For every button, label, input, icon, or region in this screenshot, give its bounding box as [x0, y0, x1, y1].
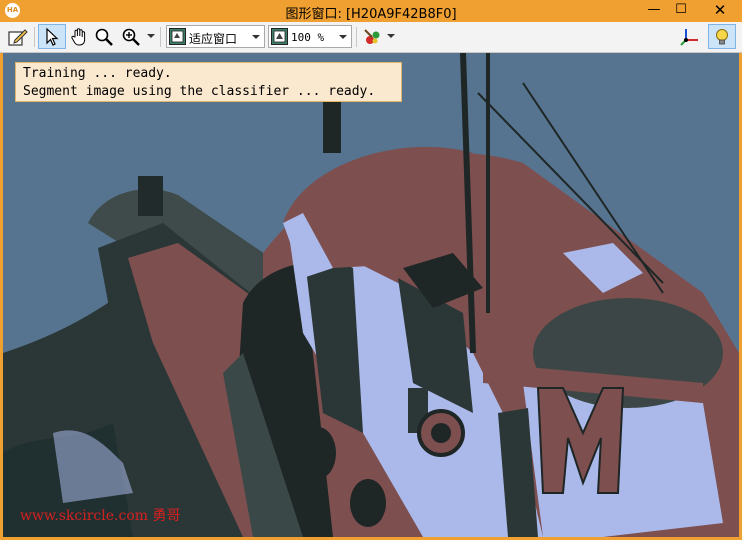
zoom-percent-value: 100 % — [291, 31, 325, 44]
segmented-boat-image — [3, 53, 739, 537]
hand-icon — [71, 27, 86, 45]
edit-pencil-icon — [8, 28, 28, 46]
coordinate-axes-button[interactable] — [676, 24, 702, 49]
axes-icon — [680, 28, 698, 46]
status-line-training: Training ... ready. — [23, 66, 172, 81]
toolbar-separator — [34, 27, 35, 47]
toolbar-separator — [356, 27, 357, 47]
edit-image-button[interactable] — [5, 24, 31, 49]
pointer-tool-button[interactable] — [38, 24, 66, 49]
minimize-button[interactable]: — — [641, 0, 667, 21]
status-message-box: Training ... ready. Segment image using … — [15, 62, 402, 102]
zoom-percent-combo[interactable]: 100 % — [268, 25, 352, 48]
chevron-down-icon — [339, 35, 347, 39]
pan-tool-button[interactable] — [67, 24, 91, 49]
toolbar-separator — [160, 27, 161, 47]
window-title: 图形窗口: [H20A9F42B8F0] — [285, 7, 457, 22]
color-paint-button[interactable] — [360, 24, 384, 49]
toolbar: 适应窗口 100 % — [0, 22, 742, 53]
fit-window-combo[interactable]: 适应窗口 — [166, 25, 265, 48]
status-line-segment: Segment image using the classifier ... r… — [23, 84, 376, 99]
zoom-dropdown-arrow-icon[interactable] — [147, 34, 155, 38]
zoom-in-tool-button[interactable] — [118, 24, 144, 49]
zoom-in-icon — [122, 28, 140, 46]
fit-window-icon — [169, 28, 186, 45]
lightbulb-icon — [716, 28, 728, 44]
image-canvas[interactable] — [3, 53, 739, 537]
maximize-button[interactable]: ☐ — [668, 0, 694, 21]
magnify-tool-button[interactable] — [92, 24, 116, 49]
graphics-window: HA 图形窗口: [H20A9F42B8F0] — ☐ ✕ 适应窗口 100 %… — [0, 0, 742, 540]
title-bar[interactable]: HA 图形窗口: [H20A9F42B8F0] — ☐ ✕ — [0, 0, 742, 22]
cursor-arrow-icon — [46, 27, 59, 46]
paint-palette-icon — [364, 28, 380, 44]
zoom-level-icon — [271, 28, 288, 45]
chevron-down-icon — [252, 35, 260, 39]
magnifier-icon — [95, 28, 113, 46]
paint-dropdown-arrow-icon[interactable] — [387, 34, 395, 38]
help-hint-button[interactable] — [708, 24, 736, 49]
close-button[interactable]: ✕ — [698, 0, 742, 21]
watermark-text: www.skcircle.com 勇哥 — [20, 508, 181, 524]
fit-window-value: 适应窗口 — [189, 32, 238, 46]
